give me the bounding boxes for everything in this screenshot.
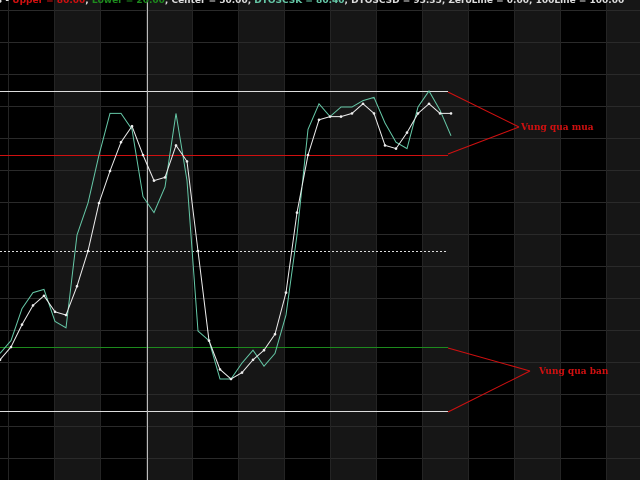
background-band: [514, 0, 560, 480]
series-point: [152, 179, 156, 182]
series-point: [328, 115, 332, 118]
series-point: [427, 102, 431, 106]
series-point: [438, 112, 442, 115]
series-point: [317, 118, 321, 122]
background-band: [606, 0, 640, 480]
series-point: [163, 176, 167, 179]
series-point: [207, 339, 211, 342]
series-point: [97, 201, 101, 205]
series-point: [394, 147, 398, 150]
annotation-label: Vung qua mua: [520, 123, 594, 133]
series-point: [108, 169, 112, 173]
series-point: [42, 294, 46, 298]
series-point: [306, 153, 310, 157]
series-point: [350, 112, 354, 115]
series-point: [262, 348, 266, 352]
series-point: [361, 102, 365, 106]
legend-entry: Lower = 20.00: [92, 0, 165, 6]
background-band: [238, 0, 284, 480]
series-point: [339, 115, 343, 118]
series-point: [273, 332, 277, 336]
background-band: [422, 0, 468, 480]
background-band: [54, 0, 100, 480]
series-point: [64, 313, 68, 317]
chart-window: Vung qua mua Vung qua ban 3 - Upper = 80.…: [0, 0, 640, 480]
series-point: [372, 112, 376, 115]
series-point: [383, 144, 387, 147]
background-band: [330, 0, 376, 480]
series-point: [53, 310, 57, 314]
series-point: [86, 249, 90, 253]
legend-entry: Center = 50.00: [171, 0, 247, 6]
series-point: [9, 345, 13, 349]
series-point: [240, 371, 244, 374]
stochastic-chart: Vung qua mua Vung qua ban 3 - Upper = 80.…: [0, 0, 640, 480]
series-point: [174, 144, 178, 147]
series-point: [130, 124, 134, 128]
series-point: [416, 112, 420, 115]
series-point: [229, 377, 233, 381]
series-point: [119, 140, 123, 144]
legend-entry: DTOSCSD = 95.35: [351, 0, 442, 6]
series-point: [405, 131, 409, 134]
legend-separator: 3 -: [0, 0, 12, 6]
series-point: [196, 249, 200, 253]
series-point: [141, 153, 145, 157]
series-point: [31, 304, 35, 307]
series-point: [251, 358, 255, 362]
series-point: [185, 160, 189, 163]
legend: 3 - Upper = 80.00, Lower = 20.00, Center…: [0, 0, 624, 6]
series-point: [449, 112, 453, 115]
series-point: [218, 368, 222, 371]
series-point: [75, 284, 79, 288]
background-band: [146, 0, 192, 480]
annotation-label: Vung qua ban: [538, 367, 609, 377]
series-point: [295, 211, 299, 214]
series-point: [284, 291, 288, 294]
legend-entry: 100Line = 100.00: [536, 0, 625, 6]
legend-entry: ZeroLine = 0.00: [448, 0, 529, 6]
series-point: [20, 323, 24, 326]
legend-entry: DTOSCSK = 80.40: [254, 0, 344, 6]
legend-entry: Upper = 80.00: [12, 0, 85, 6]
